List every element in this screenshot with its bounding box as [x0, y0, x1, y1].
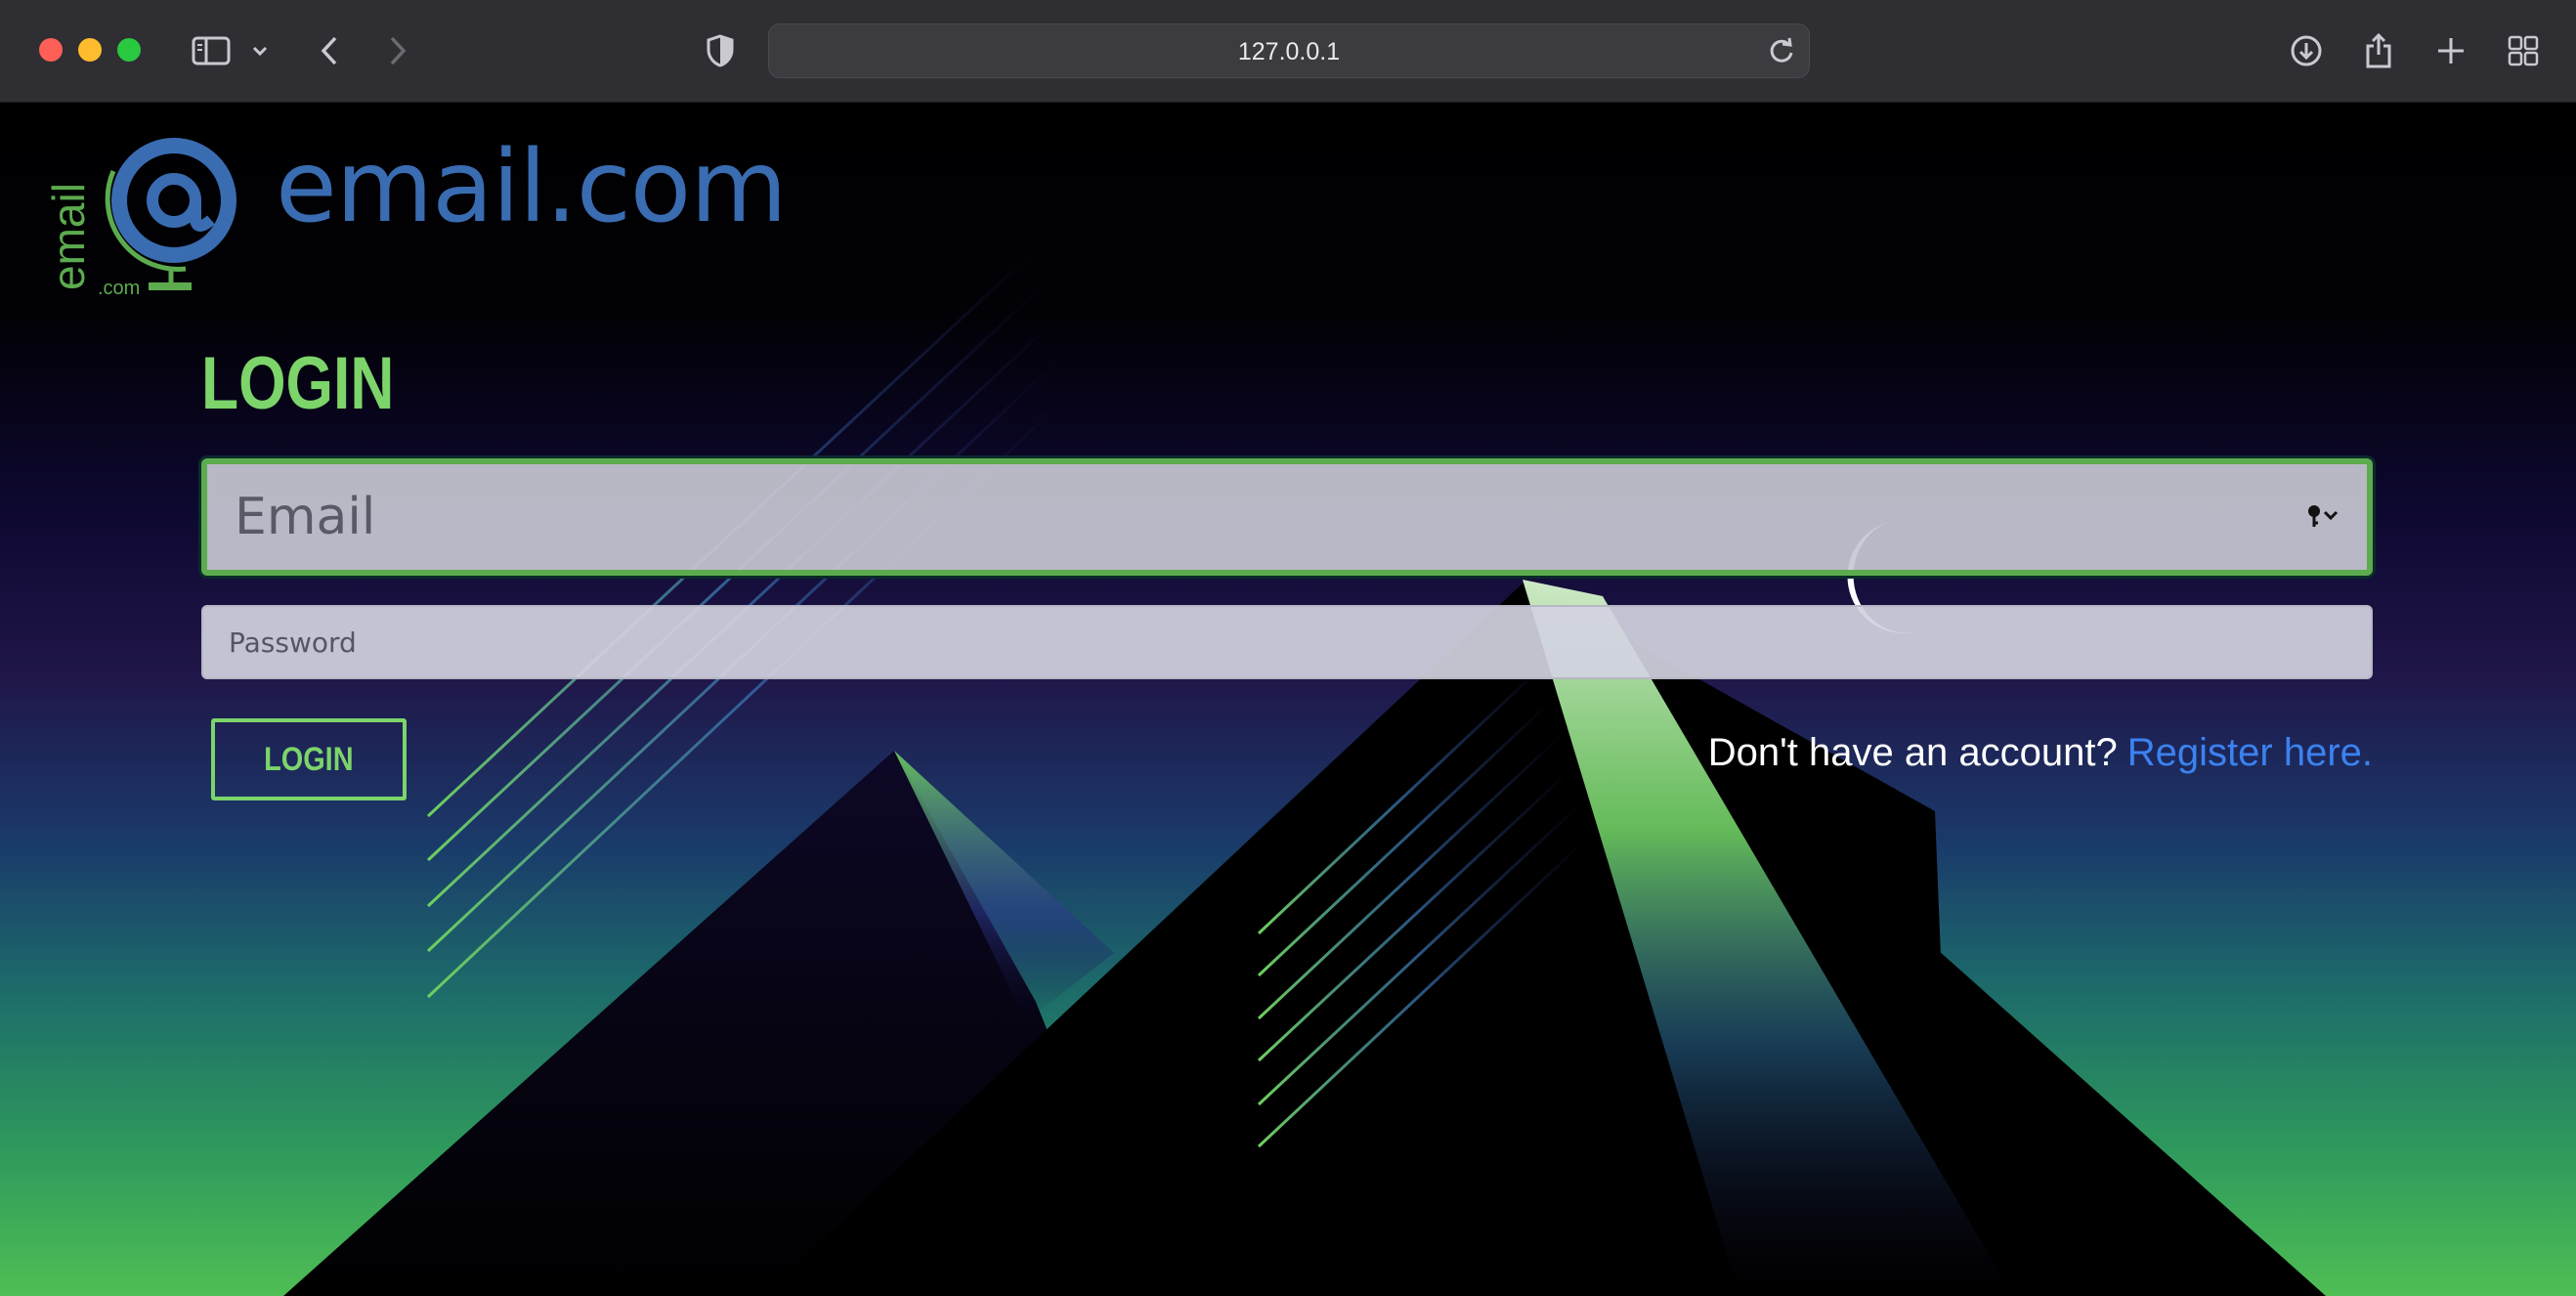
logo-com-text: .com	[98, 278, 140, 298]
download-icon[interactable]	[2289, 29, 2324, 72]
page-title: LOGIN	[201, 342, 395, 425]
shield-icon[interactable]	[704, 29, 737, 72]
email-field[interactable]	[201, 458, 2373, 576]
password-field[interactable]	[201, 605, 2373, 679]
sidebar-icon[interactable]	[190, 29, 233, 72]
browser-toolbar: 127.0.0.1	[0, 0, 2576, 103]
address-bar[interactable]: 127.0.0.1	[768, 23, 1810, 78]
register-link[interactable]: Register here.	[2127, 731, 2373, 774]
login-button-label: LOGIN	[264, 740, 354, 778]
password-input[interactable]	[203, 607, 2371, 677]
close-window-button[interactable]	[39, 38, 63, 62]
forward-icon[interactable]	[383, 29, 412, 72]
zoom-window-button[interactable]	[117, 38, 141, 62]
browser-window: 127.0.0.1 email .com email.com LOGIN Ema…	[0, 0, 2576, 1296]
tab-overview-icon[interactable]	[2506, 29, 2541, 72]
background-illustration	[283, 247, 2326, 1296]
register-prompt-text: Don't have an account?	[1707, 731, 2118, 774]
login-page: email .com email.com LOGIN LOGIN Don't h…	[0, 103, 2576, 1296]
new-tab-icon[interactable]	[2433, 29, 2469, 72]
email-logo: email .com	[43, 138, 236, 298]
reload-icon[interactable]	[1768, 36, 1795, 69]
email-input[interactable]	[207, 464, 2367, 570]
share-icon[interactable]	[2361, 29, 2396, 72]
logo-email-text: email	[43, 183, 94, 290]
minimize-window-button[interactable]	[78, 38, 102, 62]
brand-name[interactable]: email.com	[276, 138, 788, 238]
chevron-down-icon[interactable]	[248, 29, 272, 72]
login-button[interactable]: LOGIN	[211, 718, 407, 800]
back-icon[interactable]	[315, 29, 344, 72]
url-text: 127.0.0.1	[1237, 38, 1341, 65]
register-prompt: Don't have an account? Register here.	[1708, 731, 2373, 775]
password-autofill-key-icon[interactable]	[2306, 503, 2341, 533]
